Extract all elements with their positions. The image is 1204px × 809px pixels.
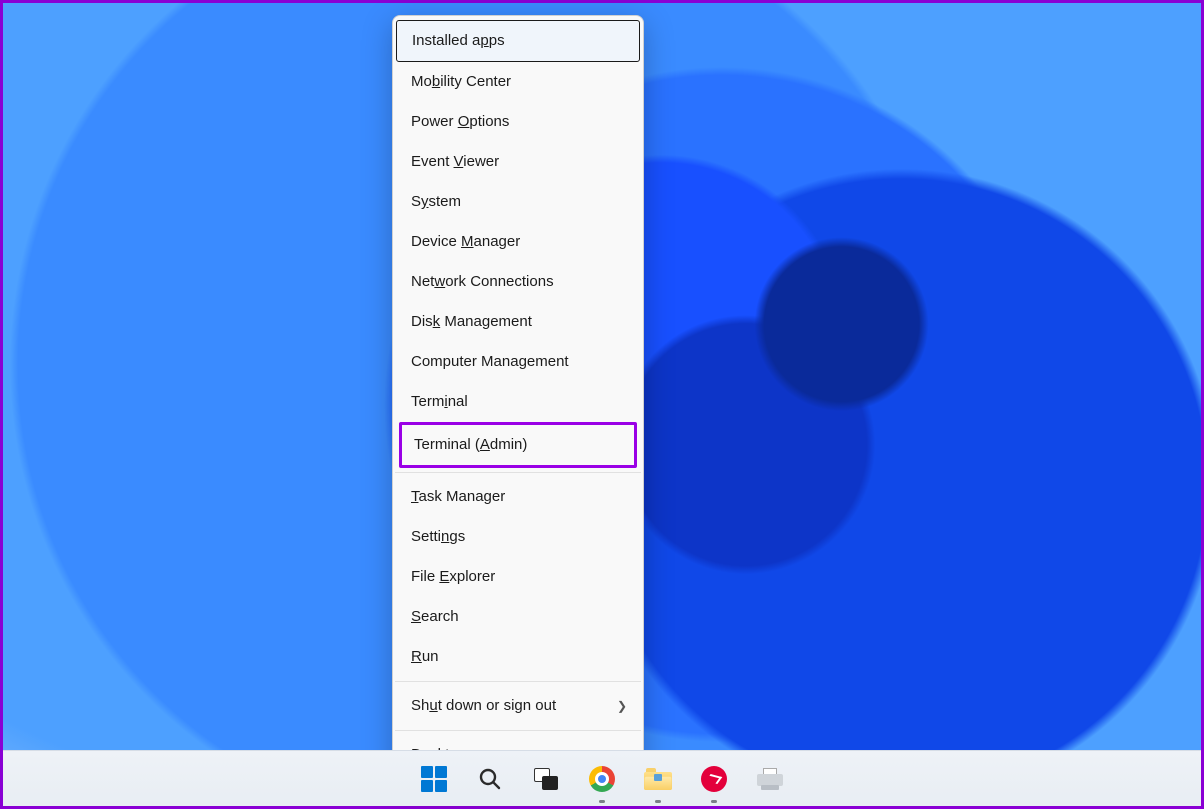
menu-item-search[interactable]: Search [393,597,643,637]
menu-item-disk-management[interactable]: Disk Management [393,302,643,342]
search-button[interactable] [470,759,510,799]
menu-item-task-manager[interactable]: Task Manager [393,477,643,517]
menu-separator [395,681,641,682]
menu-item-network-connections[interactable]: Network Connections [393,262,643,302]
menu-item-system[interactable]: System [393,182,643,222]
menu-separator [395,472,641,473]
menu-item-file-explorer[interactable]: File Explorer [393,557,643,597]
menu-item-installed-apps[interactable]: Installed apps [396,20,640,62]
menu-separator [395,730,641,731]
folder-icon [644,768,672,790]
windows-logo-icon [421,766,447,792]
menu-item-terminal-admin[interactable]: Terminal (Admin) [399,422,637,468]
file-explorer-app[interactable] [638,759,678,799]
task-view-button[interactable] [526,759,566,799]
printer-app[interactable] [750,759,790,799]
menu-item-run[interactable]: Run [393,637,643,677]
red-circle-app[interactable] [694,759,734,799]
menu-item-settings[interactable]: Settings [393,517,643,557]
start-button[interactable] [414,759,454,799]
red-app-icon [701,766,727,792]
taskbar [3,750,1201,806]
menu-item-event-viewer[interactable]: Event Viewer [393,142,643,182]
task-view-icon [534,768,558,790]
menu-item-terminal[interactable]: Terminal [393,382,643,422]
menu-item-computer-management[interactable]: Computer Management [393,342,643,382]
printer-icon [757,768,783,790]
menu-item-device-manager[interactable]: Device Manager [393,222,643,262]
chrome-icon [589,766,615,792]
menu-item-shutdown[interactable]: Shut down or sign out❯ [393,686,643,726]
chevron-right-icon: ❯ [617,695,627,717]
winx-context-menu: Installed apps Mobility Center Power Opt… [392,15,644,782]
menu-item-power-options[interactable]: Power Options [393,102,643,142]
menu-item-mobility-center[interactable]: Mobility Center [393,62,643,102]
chrome-app[interactable] [582,759,622,799]
search-icon [478,767,502,791]
